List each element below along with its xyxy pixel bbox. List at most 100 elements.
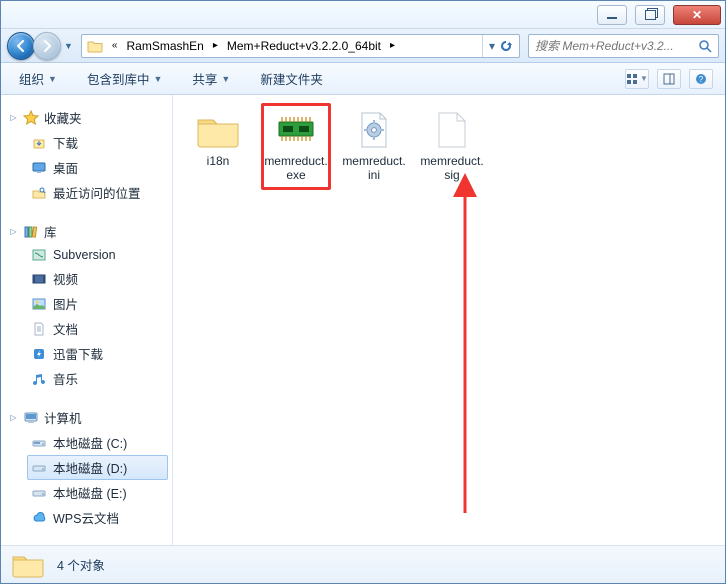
libraries-label: 库 — [44, 222, 57, 241]
computer-icon — [23, 410, 39, 426]
document-icon — [31, 321, 47, 337]
file-folder-i18n[interactable]: i18n — [183, 103, 253, 190]
desktop-icon — [31, 160, 47, 176]
generic-file-icon — [429, 110, 475, 150]
explorer-window: ✕ ▼ « RamSmashEn ▸ Mem+Reduct+v3.2.2.0_6… — [0, 0, 726, 584]
sidebar-item-xunlei[interactable]: 迅雷下载 — [27, 341, 168, 366]
preview-pane-icon — [663, 73, 675, 85]
sidebar-item-label: 视频 — [53, 269, 78, 288]
sidebar-item-videos[interactable]: 视频 — [27, 266, 168, 291]
sidebar-head-favorites[interactable]: ▷ 收藏夹 — [5, 105, 168, 130]
file-name: memreduct.ini — [342, 154, 406, 183]
breadcrumb-root[interactable] — [82, 37, 108, 55]
breadcrumb-segment[interactable]: RamSmashEn — [121, 37, 208, 55]
sidebar-item-disk-d[interactable]: 本地磁盘 (D:) — [27, 455, 168, 480]
file-name: memreduct.sig — [420, 154, 484, 183]
search-input[interactable] — [535, 39, 692, 53]
file-memreduct-exe[interactable]: memreduct.exe — [261, 103, 331, 190]
disk-icon — [31, 435, 47, 451]
view-grid-icon — [626, 73, 638, 85]
sidebar-item-label: 本地磁盘 (C:) — [53, 433, 127, 452]
new-folder-button[interactable]: 新建文件夹 — [254, 65, 329, 92]
minimize-button[interactable] — [597, 5, 627, 25]
share-label: 共享 — [192, 69, 217, 88]
sidebar-item-disk-e[interactable]: 本地磁盘 (E:) — [27, 480, 168, 505]
annotation-arrow-icon — [435, 173, 495, 523]
address-bar[interactable]: « RamSmashEn ▸ Mem+Reduct+v3.2.2.0_64bit… — [81, 34, 520, 58]
content-area[interactable]: i18n memreduct — [173, 95, 725, 545]
svg-text:?: ? — [699, 75, 704, 84]
sidebar-item-desktop[interactable]: 桌面 — [27, 155, 168, 180]
file-list: i18n memreduct — [183, 103, 715, 190]
status-bar: 4 个对象 — [1, 545, 725, 583]
caret-down-icon: ▼ — [640, 74, 648, 83]
file-name: i18n — [207, 154, 230, 168]
chevron-right-icon: ▸ — [209, 40, 222, 51]
sidebar-group-favorites: ▷ 收藏夹 下载 桌面 最近访问的位置 — [5, 105, 168, 205]
sidebar-item-disk-c[interactable]: 本地磁盘 (C:) — [27, 430, 168, 455]
body: ▷ 收藏夹 下载 桌面 最近访问的位置 ▷ 库 Subversion — [1, 95, 725, 545]
close-button[interactable]: ✕ — [673, 5, 721, 25]
sidebar-head-computer[interactable]: ▷ 计算机 — [5, 405, 168, 430]
view-mode-button[interactable]: ▼ — [625, 69, 649, 89]
sidebar-item-pictures[interactable]: 图片 — [27, 291, 168, 316]
sidebar-item-recent[interactable]: 最近访问的位置 — [27, 180, 168, 205]
titlebar: ✕ — [1, 1, 725, 29]
address-dropdown-icon[interactable]: ▾ — [489, 39, 495, 53]
organize-label: 组织 — [19, 69, 44, 88]
breadcrumb-label: RamSmashEn — [126, 39, 203, 53]
file-memreduct-ini[interactable]: memreduct.ini — [339, 103, 409, 190]
file-memreduct-sig[interactable]: memreduct.sig — [417, 103, 487, 190]
ini-icon — [351, 110, 397, 150]
share-menu[interactable]: 共享▼ — [186, 65, 236, 92]
exe-icon — [273, 110, 319, 150]
sidebar: ▷ 收藏夹 下载 桌面 最近访问的位置 ▷ 库 Subversion — [1, 95, 173, 545]
breadcrumb-segment[interactable]: Mem+Reduct+v3.2.2.0_64bit — [222, 37, 386, 55]
sidebar-item-label: 本地磁盘 (E:) — [53, 483, 127, 502]
search-box[interactable] — [528, 34, 719, 58]
sidebar-item-documents[interactable]: 文档 — [27, 316, 168, 341]
folder-icon — [195, 110, 241, 150]
subversion-icon — [31, 247, 47, 263]
toolbar-right: ▼ ? — [625, 69, 713, 89]
library-icon — [23, 224, 39, 240]
sidebar-head-libraries[interactable]: ▷ 库 — [5, 219, 168, 244]
sidebar-group-computer: ▷ 计算机 本地磁盘 (C:) 本地磁盘 (D:) 本地磁盘 (E:) WPS云… — [5, 405, 168, 530]
breadcrumb-label: Mem+Reduct+v3.2.2.0_64bit — [227, 39, 381, 53]
organize-menu[interactable]: 组织▼ — [13, 65, 63, 92]
include-lib-menu[interactable]: 包含到库中▼ — [81, 65, 168, 92]
sidebar-item-label: 文档 — [53, 319, 78, 338]
help-button[interactable]: ? — [689, 69, 713, 89]
video-icon — [31, 271, 47, 287]
sidebar-item-label: WPS云文档 — [53, 508, 119, 527]
computer-label: 计算机 — [44, 408, 82, 427]
sidebar-item-downloads[interactable]: 下载 — [27, 130, 168, 155]
file-name: memreduct.exe — [264, 154, 328, 183]
sidebar-item-music[interactable]: 音乐 — [27, 366, 168, 391]
preview-pane-button[interactable] — [657, 69, 681, 89]
sidebar-item-wps-cloud[interactable]: WPS云文档 — [27, 505, 168, 530]
sidebar-item-label: 迅雷下载 — [53, 344, 103, 363]
sidebar-item-subversion[interactable]: Subversion — [27, 244, 168, 266]
refresh-icon[interactable] — [499, 39, 513, 53]
sidebar-item-label: 桌面 — [53, 158, 78, 177]
folder-icon — [87, 39, 103, 53]
sidebar-item-label: 本地磁盘 (D:) — [53, 458, 127, 477]
back-button[interactable] — [7, 32, 35, 60]
sidebar-item-label: 图片 — [53, 294, 78, 313]
favorites-label: 收藏夹 — [44, 108, 82, 127]
folder-icon — [11, 551, 45, 579]
navbar: ▼ « RamSmashEn ▸ Mem+Reduct+v3.2.2.0_64b… — [1, 29, 725, 63]
xunlei-icon — [31, 346, 47, 362]
disk-icon — [31, 485, 47, 501]
chevron-right-icon: « — [108, 40, 122, 51]
download-icon — [31, 135, 47, 151]
newfolder-label: 新建文件夹 — [260, 69, 323, 88]
restore-button[interactable] — [635, 5, 665, 25]
expand-icon: ▷ — [9, 413, 18, 422]
recent-dropdown-icon[interactable]: ▼ — [64, 41, 73, 51]
forward-button[interactable] — [33, 32, 61, 60]
help-icon: ? — [695, 73, 707, 85]
status-text: 4 个对象 — [57, 555, 105, 574]
recent-icon — [31, 185, 47, 201]
